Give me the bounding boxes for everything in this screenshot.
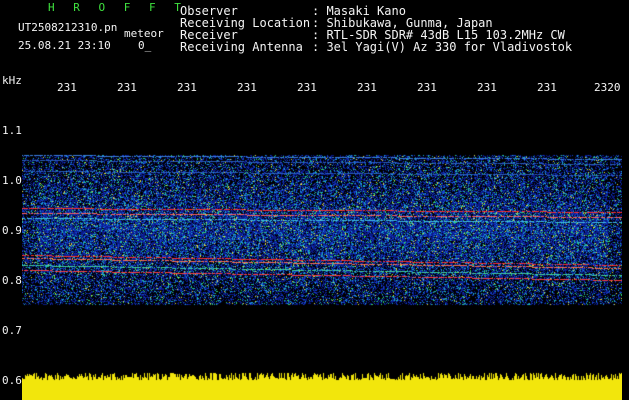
time-tick: 231: [177, 81, 197, 94]
info-label-antenna: Receiving Antenna: [180, 40, 303, 54]
time-tick: 231: [57, 81, 77, 94]
time-tick: 231: [477, 81, 497, 94]
spectrogram-waterfall: [22, 100, 622, 370]
time-tick: 231: [417, 81, 437, 94]
freq-unit-label: kHz: [2, 74, 22, 87]
filename-label: UT2508212310.pn: [18, 21, 118, 34]
freq-tick: 0.7: [2, 324, 22, 337]
freq-tick: 1.1: [2, 124, 22, 137]
noise-level-bar: [22, 370, 622, 400]
spectrogram-panel: [22, 100, 622, 370]
time-tick: 231: [117, 81, 137, 94]
datetime-label: 25.08.21 23:10: [18, 39, 111, 52]
freq-tick: 1.0: [2, 174, 22, 187]
time-tick: 231: [297, 81, 317, 94]
time-tick: 2320: [594, 81, 621, 94]
time-tick: 231: [357, 81, 377, 94]
time-tick: 231: [537, 81, 557, 94]
freq-tick: 0.6: [2, 374, 22, 387]
freq-tick: 0.8: [2, 274, 22, 287]
counter-label: 0_: [138, 39, 152, 52]
freq-tick: 0.9: [2, 224, 22, 237]
info-value-antenna: : 3el Yagi(V) Az 330 for Vladivostok: [312, 40, 573, 54]
mode-label: meteor: [124, 27, 164, 40]
app-title: H R O F F T: [48, 1, 187, 14]
time-tick: 231: [237, 81, 257, 94]
